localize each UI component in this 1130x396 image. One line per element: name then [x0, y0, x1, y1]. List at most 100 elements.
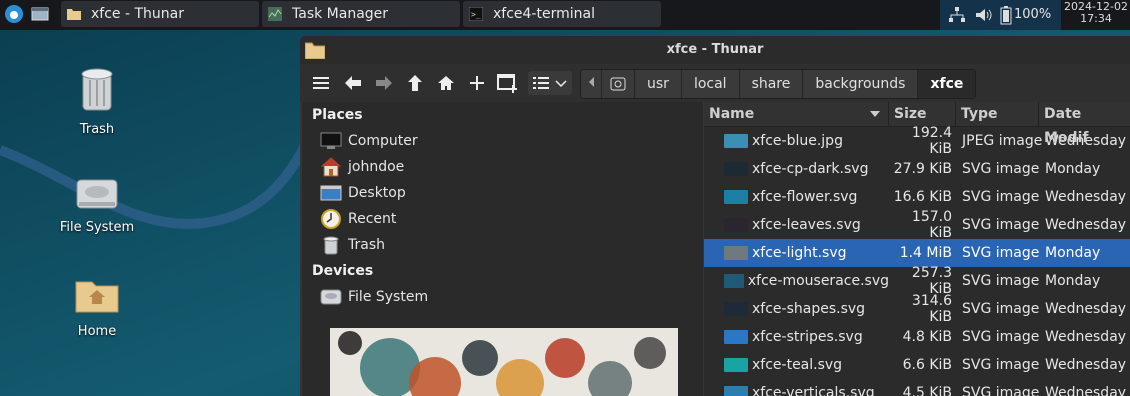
sidebar-item-trash[interactable]: Trash	[302, 232, 703, 258]
window-title: xfce - Thunar	[666, 42, 764, 57]
sidebar-item-computer[interactable]: Computer	[302, 128, 703, 154]
file-type: SVG image	[962, 161, 1040, 177]
desktop-icon-filesystem[interactable]: File System	[47, 172, 147, 235]
column-header-size[interactable]: Size	[889, 102, 956, 126]
breadcrumb-item[interactable]: local	[680, 70, 739, 98]
list-view-icon	[533, 77, 549, 89]
file-date: Wednesday	[1045, 189, 1127, 205]
new-button[interactable]	[463, 71, 491, 95]
file-type: SVG image	[962, 329, 1040, 345]
app-menu-button[interactable]	[4, 1, 24, 27]
terminal-icon: >_	[469, 7, 483, 21]
file-thumbnail-icon	[724, 302, 748, 316]
file-thumbnail-icon	[724, 190, 748, 204]
file-name: xfce-light.svg	[752, 245, 847, 261]
file-date: Monday	[1045, 161, 1101, 177]
task-task-manager[interactable]: Task Manager	[262, 1, 460, 27]
breadcrumb-item-current[interactable]: xfce	[917, 70, 976, 98]
file-row[interactable]: xfce-stripes.svg 4.8 KiB SVG image Wednesda…	[704, 323, 1130, 351]
sidebar-item-filesystem[interactable]: File System	[302, 284, 703, 310]
clock[interactable]: 2024-12-02 17:34	[1062, 1, 1130, 25]
file-date: Wednesday	[1045, 385, 1127, 396]
file-row[interactable]: xfce-leaves.svg 157.0 KiB SVG image Wednesd…	[704, 209, 1130, 241]
file-thumbnail-icon	[724, 246, 748, 260]
file-name-cell: xfce-leaves.svg	[704, 217, 889, 233]
breadcrumb-item[interactable]: usr	[634, 70, 681, 98]
arrow-up-icon	[408, 75, 422, 91]
menu-button[interactable]	[308, 71, 336, 95]
view-mode-dropdown[interactable]	[528, 71, 572, 95]
svg-text:>_: >_	[471, 10, 481, 19]
breadcrumb-item[interactable]: share	[738, 70, 803, 98]
breadcrumb: usr local share backgrounds xfce	[580, 69, 977, 99]
file-size: 192.4 KiB	[911, 125, 952, 157]
column-header-name[interactable]: Name	[704, 102, 889, 126]
task-manager-icon	[268, 7, 282, 21]
file-date: Monday	[1045, 273, 1101, 289]
desktop-icon-home[interactable]: Home	[47, 274, 147, 339]
file-name-cell: xfce-verticals.svg	[704, 385, 889, 396]
file-row[interactable]: xfce-shapes.svg 314.6 KiB SVG image Wednesd…	[704, 293, 1130, 325]
breadcrumb-scroll-left[interactable]	[581, 70, 601, 98]
forward-button[interactable]	[370, 71, 398, 95]
battery-icon[interactable]	[1000, 5, 1012, 25]
task-thunar[interactable]: xfce - Thunar	[61, 1, 259, 27]
file-size: 4.8 KiB	[902, 329, 952, 345]
file-type: SVG image	[962, 189, 1040, 205]
file-list: Name Size Type Date Modif xfce-blue.jpg 1…	[704, 102, 1130, 396]
column-header-date[interactable]: Date Modif	[1039, 102, 1130, 146]
file-date: Wednesday	[1045, 357, 1127, 373]
computer-icon	[320, 132, 342, 149]
file-name-cell: xfce-light.svg	[704, 245, 889, 261]
file-size: 16.6 KiB	[893, 189, 952, 205]
sidebar-item-recent[interactable]: Recent	[302, 206, 703, 232]
new-window-button[interactable]	[494, 71, 522, 95]
trash-icon	[81, 68, 113, 111]
desktop-icon-label: File System	[59, 220, 135, 235]
back-button[interactable]	[339, 71, 367, 95]
file-name: xfce-flower.svg	[752, 189, 858, 205]
file-type: JPEG image	[962, 133, 1043, 149]
file-name: xfce-teal.svg	[752, 357, 843, 373]
trash-icon	[323, 236, 339, 255]
volume-icon[interactable]	[974, 6, 992, 24]
task-terminal[interactable]: >_ xfce4-terminal	[463, 1, 661, 27]
section-places: Places	[312, 107, 363, 123]
file-thumbnail-icon	[724, 274, 744, 288]
up-button[interactable]	[401, 71, 429, 95]
file-row[interactable]: xfce-verticals.svg 4.5 KiB SVG image Wednes…	[704, 379, 1130, 396]
file-name: xfce-cp-dark.svg	[752, 161, 869, 177]
titlebar[interactable]: xfce - Thunar	[300, 36, 1130, 64]
network-icon[interactable]	[948, 6, 966, 24]
home-button[interactable]	[432, 71, 460, 95]
task-label: Task Manager	[292, 6, 389, 22]
column-header-type[interactable]: Type	[956, 102, 1039, 126]
file-row[interactable]: xfce-light.svg 1.4 MiB SVG image Monday	[704, 239, 1130, 267]
toolbar: usr local share backgrounds xfce	[300, 64, 1130, 102]
drive-icon	[320, 289, 342, 305]
sidebar-item-desktop[interactable]: Desktop	[302, 180, 703, 206]
sidebar-item-home[interactable]: johndoe	[302, 154, 703, 180]
breadcrumb-item[interactable]: backgrounds	[802, 70, 917, 98]
home-icon	[438, 76, 454, 90]
file-row[interactable]: xfce-cp-dark.svg 27.9 KiB SVG image Monday	[704, 155, 1130, 183]
desktop-icon-trash[interactable]: Trash	[47, 64, 147, 137]
file-row[interactable]: xfce-teal.svg 6.6 KiB SVG image Wednesday	[704, 351, 1130, 379]
file-date: Wednesday	[1045, 329, 1127, 345]
chevron-down-icon	[555, 80, 567, 88]
file-thumbnail-icon	[724, 162, 748, 176]
file-row[interactable]: xfce-mouserace.svg 257.3 KiB SVG image Mond…	[704, 265, 1130, 297]
xfce-logo-icon	[5, 5, 23, 23]
file-date: Monday	[1045, 245, 1101, 261]
battery-percent: 100%	[1014, 7, 1052, 22]
file-row[interactable]: xfce-flower.svg 16.6 KiB SVG image Wednesda…	[704, 183, 1130, 211]
chevron-left-icon	[589, 77, 594, 87]
file-size: 157.0 KiB	[911, 209, 952, 241]
image-preview	[330, 328, 678, 396]
file-name: xfce-stripes.svg	[752, 329, 863, 345]
file-name-cell: xfce-mouserace.svg	[704, 273, 889, 289]
file-name: xfce-leaves.svg	[752, 217, 861, 233]
sidebar-item-label: Trash	[348, 237, 385, 253]
show-desktop-button[interactable]	[30, 1, 50, 27]
breadcrumb-root[interactable]	[601, 70, 634, 98]
